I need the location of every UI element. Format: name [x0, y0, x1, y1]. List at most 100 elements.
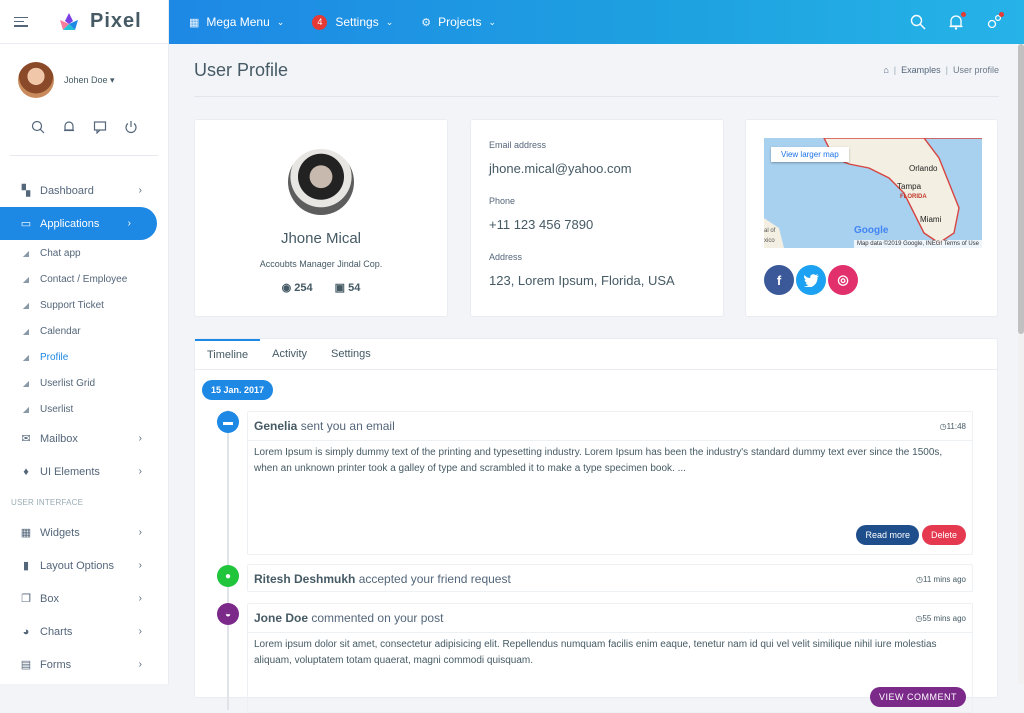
map-label-tampa: Tampa: [897, 182, 922, 191]
sidebar-item-charts[interactable]: ◕ Charts ›: [0, 615, 168, 648]
event-time-text: 11:48: [946, 421, 966, 431]
sidebar-item-label: Calendar: [40, 325, 81, 337]
projects-menu-label: Projects: [438, 15, 482, 29]
clock-icon: ◷: [939, 421, 947, 431]
event-time: ◷11 mins ago: [916, 575, 966, 584]
main-content: User Profile ⌂ | Examples | User profile…: [169, 44, 1024, 713]
sidebar: Johen Doe ▾ ▚ Dashboard › ▭ Applications › ◢…: [0, 44, 169, 684]
page-title: User Profile: [194, 59, 289, 80]
user-profile-mini[interactable]: Johen Doe ▾: [0, 44, 168, 98]
settings-menu[interactable]: 4 Settings ⌄: [312, 14, 394, 30]
search-icon[interactable]: [910, 14, 926, 30]
clock-icon: ◷: [916, 574, 923, 584]
email-icon: ▬: [217, 411, 239, 433]
read-more-button[interactable]: Read more: [856, 525, 919, 545]
view-larger-map-link[interactable]: View larger map: [771, 147, 849, 162]
timeline-event-comment: Jone Doe commented on your post ◷55 mins…: [247, 603, 973, 713]
gears-icon: ⚙: [421, 16, 432, 29]
mega-menu[interactable]: ▦ Mega Menu ⌄: [189, 15, 284, 29]
chevron-down-icon: ⌄: [385, 16, 394, 27]
sidebar-item-widgets[interactable]: ▦ Widgets ›: [0, 516, 168, 549]
sidebar-item-contact[interactable]: ◢ Contact / Employee: [0, 266, 168, 292]
timeline-card: Timeline Activity Settings 15 Jan. 2017 …: [194, 338, 998, 713]
quick-actions: [10, 120, 158, 156]
app-icon: ▭: [20, 218, 32, 230]
address-label: Address: [489, 252, 523, 262]
followers-stat: ◉ 254: [282, 281, 313, 294]
chat-icon[interactable]: [93, 120, 107, 137]
sidebar-item-mailbox[interactable]: ✉ Mailbox ›: [0, 422, 168, 455]
sidebar-item-ui-elements[interactable]: ♦ UI Elements ›: [0, 455, 168, 488]
map-label-gulf: al of: [764, 228, 776, 234]
sidebar-item-label: Support Ticket: [40, 299, 104, 311]
bell-icon[interactable]: [948, 12, 966, 30]
user-icon: ●: [217, 565, 239, 587]
delete-button[interactable]: Delete: [921, 525, 966, 545]
sidebar-item-dashboard[interactable]: ▚ Dashboard ›: [0, 174, 168, 207]
sidebar-section-title: USER INTERFACE: [11, 497, 84, 507]
followers-count: 254: [294, 282, 313, 294]
user-name[interactable]: Johen Doe ▾: [64, 75, 115, 86]
tab-settings[interactable]: Settings: [319, 339, 383, 369]
sidebar-item-label: Applications: [40, 217, 100, 230]
bell-icon[interactable]: [62, 120, 76, 137]
settings-gear-icon[interactable]: [986, 12, 1004, 30]
sidebar-item-support-ticket[interactable]: ◢ Support Ticket: [0, 292, 168, 318]
mail-icon: ✉: [21, 433, 31, 445]
sidebar-item-profile[interactable]: ◢ Profile: [0, 344, 168, 370]
address-value: 123, Lorem Ipsum, Florida, USA: [489, 273, 675, 288]
app-name: Pixel: [90, 10, 142, 32]
projects-menu[interactable]: ⚙ Projects ⌄: [421, 15, 496, 29]
event-action: commented on your post: [311, 611, 444, 625]
power-icon[interactable]: [124, 120, 138, 137]
home-icon[interactable]: ⌂: [883, 65, 888, 75]
sidebar-item-label: Userlist: [40, 403, 74, 415]
eye-icon: ◉: [281, 282, 292, 294]
page-scrollbar[interactable]: [1018, 44, 1024, 684]
settings-dot: [999, 12, 1004, 17]
sidebar-item-userlist-grid[interactable]: ◢ Userlist Grid: [0, 370, 168, 396]
tab-timeline[interactable]: Timeline: [195, 339, 261, 369]
sidebar-item-applications[interactable]: ▭ Applications ›: [0, 207, 157, 240]
map-label-mexico: xico: [764, 238, 775, 244]
chevron-right-icon: ›: [138, 659, 142, 670]
sidebar-item-userlist[interactable]: ◢ Userlist: [0, 396, 168, 422]
paint-icon: ♦: [23, 465, 29, 478]
chevron-right-icon: ›: [127, 218, 131, 229]
sub-marker-icon: ◢: [22, 248, 30, 258]
search-icon[interactable]: [31, 120, 45, 137]
facebook-icon[interactable]: f: [764, 265, 794, 295]
sidebar-item-layout-options[interactable]: ▮ Layout Options ›: [0, 549, 168, 582]
breadcrumb-examples[interactable]: Examples: [901, 65, 941, 75]
sidebar-item-label: Contact / Employee: [40, 273, 128, 285]
sidebar-item-calendar[interactable]: ◢ Calendar: [0, 318, 168, 344]
twitter-icon[interactable]: [796, 265, 826, 295]
sidebar-item-box[interactable]: ❐ Box ›: [0, 582, 168, 615]
phone-value: +11 123 456 7890: [489, 217, 594, 232]
sidebar-item-label: Forms: [40, 658, 72, 671]
event-actor[interactable]: Genelia: [254, 419, 297, 433]
scrollbar-thumb[interactable]: [1018, 44, 1024, 334]
sidebar-item-chat-app[interactable]: ◢ Chat app: [0, 240, 168, 266]
event-actor[interactable]: Ritesh Deshmukh: [254, 572, 355, 586]
breadcrumb-separator: |: [945, 65, 948, 75]
chevron-down-icon: ⌄: [488, 16, 497, 27]
tab-activity[interactable]: Activity: [260, 339, 319, 369]
profile-card: Jhone Mical Accoubts Manager Jindal Cop.…: [194, 119, 448, 317]
contact-card: Email address jhone.mical@yahoo.com Phon…: [470, 119, 724, 317]
sidebar-item-label: Mailbox: [40, 432, 78, 445]
email-label: Email address: [489, 140, 547, 150]
event-title: Genelia sent you an email: [254, 419, 395, 433]
instagram-icon[interactable]: ◎: [828, 265, 858, 295]
view-comment-button[interactable]: VIEW COMMENT: [870, 687, 966, 707]
map-label-orlando: Orlando: [909, 164, 938, 173]
chevron-down-icon: ⌄: [276, 16, 285, 27]
sub-marker-icon: ◢: [22, 300, 30, 310]
timeline-event-friend: Ritesh Deshmukh accepted your friend req…: [247, 564, 973, 592]
terms-link[interactable]: Terms of Use: [944, 241, 979, 247]
profile-role: Accoubts Manager Jindal Cop.: [259, 259, 383, 269]
map[interactable]: View larger map Orlando Tampa FLORIDA Mi…: [764, 138, 982, 248]
menu-toggle-icon[interactable]: [14, 16, 28, 27]
event-actor[interactable]: Jone Doe: [254, 611, 308, 625]
sidebar-item-forms[interactable]: ▤ Forms ›: [0, 648, 168, 681]
